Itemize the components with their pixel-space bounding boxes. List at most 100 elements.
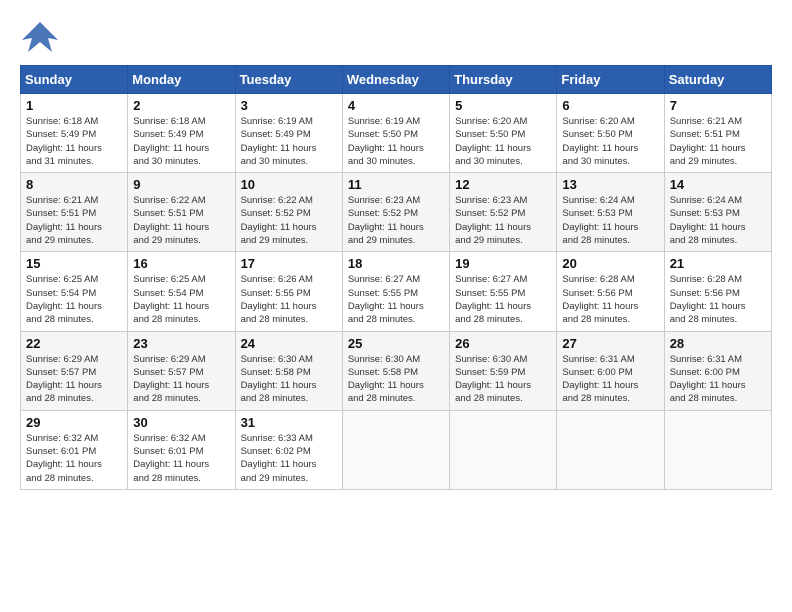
day-number: 21 (670, 256, 766, 271)
day-info: Sunrise: 6:32 AMSunset: 6:01 PMDaylight:… (26, 432, 122, 485)
day-info: Sunrise: 6:30 AMSunset: 5:59 PMDaylight:… (455, 353, 551, 406)
day-number: 31 (241, 415, 337, 430)
day-info: Sunrise: 6:21 AMSunset: 5:51 PMDaylight:… (670, 115, 766, 168)
day-number: 16 (133, 256, 229, 271)
day-info: Sunrise: 6:25 AMSunset: 5:54 PMDaylight:… (133, 273, 229, 326)
day-number: 8 (26, 177, 122, 192)
calendar-cell: 2 Sunrise: 6:18 AMSunset: 5:49 PMDaylight… (128, 94, 235, 173)
calendar-dow-thursday: Thursday (450, 66, 557, 94)
calendar-cell: 24 Sunrise: 6:30 AMSunset: 5:58 PMDayligh… (235, 331, 342, 410)
calendar-cell: 10Sunrise: 6:22 AMSunset: 5:52 PMDayligh… (235, 173, 342, 252)
day-info: Sunrise: 6:19 AMSunset: 5:49 PMDaylight:… (241, 115, 337, 168)
calendar-cell: 5 Sunrise: 6:20 AMSunset: 5:50 PMDaylight… (450, 94, 557, 173)
day-number: 25 (348, 336, 444, 351)
calendar-dow-tuesday: Tuesday (235, 66, 342, 94)
day-number: 4 (348, 98, 444, 113)
calendar-cell: 26 Sunrise: 6:30 AMSunset: 5:59 PMDayligh… (450, 331, 557, 410)
day-info: Sunrise: 6:20 AMSunset: 5:50 PMDaylight:… (562, 115, 658, 168)
logo (20, 20, 64, 55)
day-number: 5 (455, 98, 551, 113)
day-info: Sunrise: 6:18 AMSunset: 5:49 PMDaylight:… (26, 115, 122, 168)
calendar-cell (342, 410, 449, 489)
calendar-cell: 21Sunrise: 6:28 AMSunset: 5:56 PMDayligh… (664, 252, 771, 331)
day-number: 2 (133, 98, 229, 113)
day-info: Sunrise: 6:18 AMSunset: 5:49 PMDaylight:… (133, 115, 229, 168)
calendar-cell (557, 410, 664, 489)
calendar-cell: 7 Sunrise: 6:21 AMSunset: 5:51 PMDaylight… (664, 94, 771, 173)
calendar-cell: 12 Sunrise: 6:23 AMSunset: 5:52 PMDayligh… (450, 173, 557, 252)
day-info: Sunrise: 6:27 AMSunset: 5:55 PMDaylight:… (348, 273, 444, 326)
calendar-cell: 14 Sunrise: 6:24 AMSunset: 5:53 PMDayligh… (664, 173, 771, 252)
day-number: 15 (26, 256, 122, 271)
calendar-cell: 19 Sunrise: 6:27 AMSunset: 5:55 PMDayligh… (450, 252, 557, 331)
page-header (20, 20, 772, 55)
day-number: 22 (26, 336, 122, 351)
day-info: Sunrise: 6:28 AMSunset: 5:56 PMDaylight:… (562, 273, 658, 326)
calendar-cell: 17Sunrise: 6:26 AMSunset: 5:55 PMDayligh… (235, 252, 342, 331)
day-info: Sunrise: 6:24 AMSunset: 5:53 PMDaylight:… (670, 194, 766, 247)
calendar-cell: 3 Sunrise: 6:19 AMSunset: 5:49 PMDaylight… (235, 94, 342, 173)
calendar-week-3: 15 Sunrise: 6:25 AMSunset: 5:54 PMDayligh… (21, 252, 772, 331)
calendar-cell: 30 Sunrise: 6:32 AMSunset: 6:01 PMDayligh… (128, 410, 235, 489)
day-info: Sunrise: 6:24 AMSunset: 5:53 PMDaylight:… (562, 194, 658, 247)
day-number: 28 (670, 336, 766, 351)
calendar-week-2: 8Sunrise: 6:21 AMSunset: 5:51 PMDaylight… (21, 173, 772, 252)
day-info: Sunrise: 6:29 AMSunset: 5:57 PMDaylight:… (133, 353, 229, 406)
calendar-cell: 4 Sunrise: 6:19 AMSunset: 5:50 PMDaylight… (342, 94, 449, 173)
calendar-cell: 23 Sunrise: 6:29 AMSunset: 5:57 PMDayligh… (128, 331, 235, 410)
day-number: 18 (348, 256, 444, 271)
calendar-cell: 28 Sunrise: 6:31 AMSunset: 6:00 PMDayligh… (664, 331, 771, 410)
calendar-cell (450, 410, 557, 489)
calendar-dow-sunday: Sunday (21, 66, 128, 94)
day-info: Sunrise: 6:23 AMSunset: 5:52 PMDaylight:… (455, 194, 551, 247)
day-number: 9 (133, 177, 229, 192)
day-info: Sunrise: 6:26 AMSunset: 5:55 PMDaylight:… (241, 273, 337, 326)
day-number: 3 (241, 98, 337, 113)
calendar-cell: 11Sunrise: 6:23 AMSunset: 5:52 PMDayligh… (342, 173, 449, 252)
calendar-cell: 18 Sunrise: 6:27 AMSunset: 5:55 PMDayligh… (342, 252, 449, 331)
calendar-week-1: 1Sunrise: 6:18 AMSunset: 5:49 PMDaylight… (21, 94, 772, 173)
calendar-dow-saturday: Saturday (664, 66, 771, 94)
calendar-week-4: 22 Sunrise: 6:29 AMSunset: 5:57 PMDayligh… (21, 331, 772, 410)
day-info: Sunrise: 6:30 AMSunset: 5:58 PMDaylight:… (241, 353, 337, 406)
day-info: Sunrise: 6:25 AMSunset: 5:54 PMDaylight:… (26, 273, 122, 326)
day-number: 27 (562, 336, 658, 351)
day-info: Sunrise: 6:20 AMSunset: 5:50 PMDaylight:… (455, 115, 551, 168)
calendar-dow-wednesday: Wednesday (342, 66, 449, 94)
day-info: Sunrise: 6:29 AMSunset: 5:57 PMDaylight:… (26, 353, 122, 406)
day-info: Sunrise: 6:32 AMSunset: 6:01 PMDaylight:… (133, 432, 229, 485)
calendar-cell (664, 410, 771, 489)
calendar-dow-friday: Friday (557, 66, 664, 94)
calendar-cell: 13 Sunrise: 6:24 AMSunset: 5:53 PMDayligh… (557, 173, 664, 252)
day-info: Sunrise: 6:31 AMSunset: 6:00 PMDaylight:… (670, 353, 766, 406)
calendar-cell: 25 Sunrise: 6:30 AMSunset: 5:58 PMDayligh… (342, 331, 449, 410)
day-number: 10 (241, 177, 337, 192)
calendar-cell: 22 Sunrise: 6:29 AMSunset: 5:57 PMDayligh… (21, 331, 128, 410)
calendar-cell: 9 Sunrise: 6:22 AMSunset: 5:51 PMDaylight… (128, 173, 235, 252)
day-info: Sunrise: 6:31 AMSunset: 6:00 PMDaylight:… (562, 353, 658, 406)
day-info: Sunrise: 6:30 AMSunset: 5:58 PMDaylight:… (348, 353, 444, 406)
day-number: 7 (670, 98, 766, 113)
day-number: 14 (670, 177, 766, 192)
calendar-cell: 6Sunrise: 6:20 AMSunset: 5:50 PMDaylight… (557, 94, 664, 173)
day-info: Sunrise: 6:22 AMSunset: 5:51 PMDaylight:… (133, 194, 229, 247)
calendar-cell: 27 Sunrise: 6:31 AMSunset: 6:00 PMDayligh… (557, 331, 664, 410)
day-number: 23 (133, 336, 229, 351)
calendar-dow-monday: Monday (128, 66, 235, 94)
day-number: 20 (562, 256, 658, 271)
day-number: 24 (241, 336, 337, 351)
day-info: Sunrise: 6:27 AMSunset: 5:55 PMDaylight:… (455, 273, 551, 326)
day-number: 26 (455, 336, 551, 351)
day-number: 13 (562, 177, 658, 192)
calendar-header-row: SundayMondayTuesdayWednesdayThursdayFrid… (21, 66, 772, 94)
day-info: Sunrise: 6:19 AMSunset: 5:50 PMDaylight:… (348, 115, 444, 168)
calendar-cell: 16 Sunrise: 6:25 AMSunset: 5:54 PMDayligh… (128, 252, 235, 331)
calendar-table: SundayMondayTuesdayWednesdayThursdayFrid… (20, 65, 772, 490)
day-number: 30 (133, 415, 229, 430)
day-number: 12 (455, 177, 551, 192)
logo-bird-icon (20, 20, 60, 55)
day-number: 29 (26, 415, 122, 430)
calendar-cell: 20 Sunrise: 6:28 AMSunset: 5:56 PMDayligh… (557, 252, 664, 331)
day-number: 19 (455, 256, 551, 271)
calendar-cell: 15 Sunrise: 6:25 AMSunset: 5:54 PMDayligh… (21, 252, 128, 331)
